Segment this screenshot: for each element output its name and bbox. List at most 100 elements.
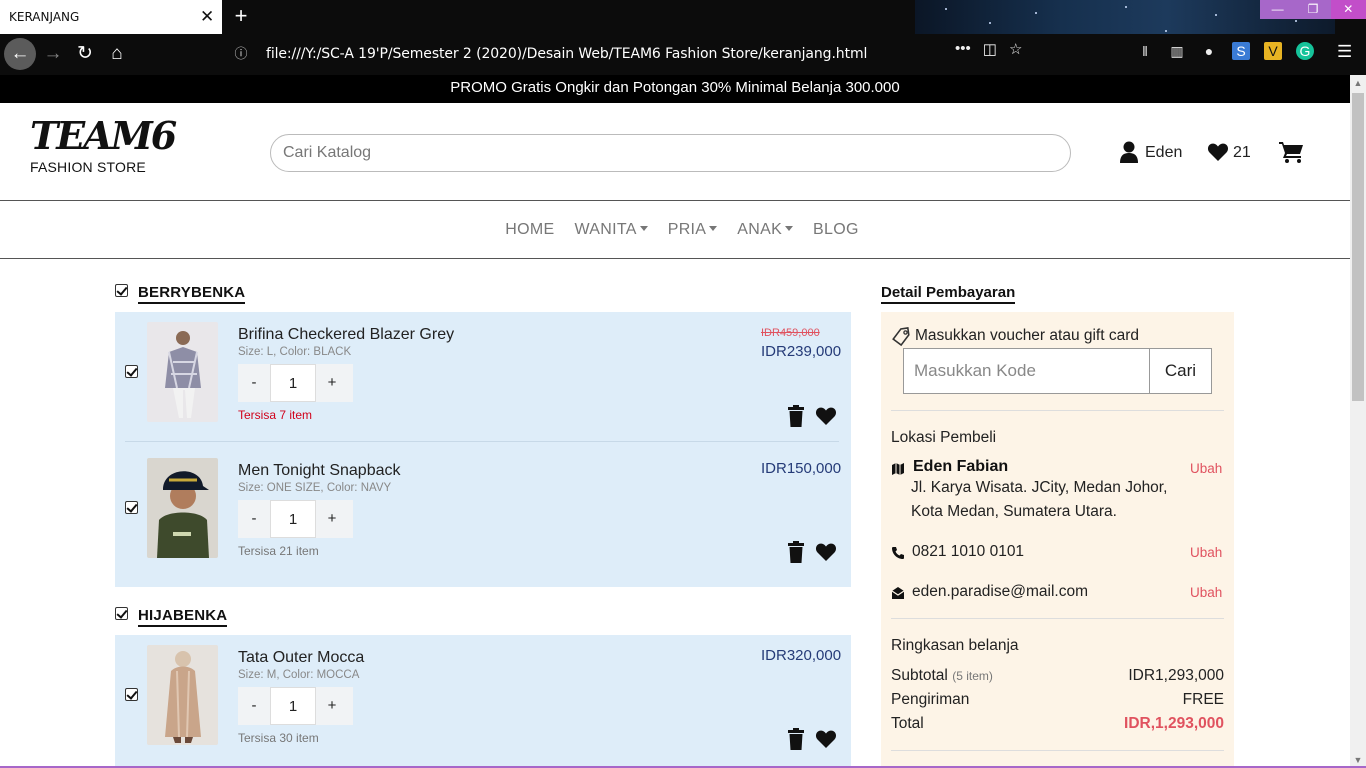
product-image-snapback[interactable] [147, 458, 218, 558]
product-name[interactable]: Men Tonight Snapback [238, 462, 400, 480]
back-arrow-icon[interactable]: ← [4, 38, 36, 70]
cart-icon[interactable] [1279, 141, 1304, 163]
voucher-input[interactable] [903, 348, 1150, 394]
page-scrollbar[interactable]: ▲ ▼ [1350, 75, 1366, 768]
qty-input[interactable] [270, 364, 316, 402]
item-checkbox[interactable] [125, 365, 138, 378]
subtotal-label: Subtotal (5 item) [891, 667, 993, 685]
wishlist-heart-icon[interactable] [1207, 142, 1229, 162]
stock-info: Tersisa 7 item [238, 408, 313, 422]
caret-down-icon [639, 225, 648, 231]
site-header: TEAM6 FASHION STORE Eden 21 [0, 103, 1350, 201]
nav-item-home[interactable]: HOME [505, 221, 554, 239]
url-tools: ••• ◫ ☆ [955, 40, 1022, 58]
extension-v-icon[interactable]: V [1264, 42, 1282, 60]
new-tab-icon[interactable]: + [231, 4, 251, 28]
divider [891, 410, 1224, 411]
user-name[interactable]: Eden [1145, 144, 1182, 162]
home-icon[interactable]: ⌂ [101, 38, 133, 70]
store-checkbox-berrybenka[interactable] [115, 284, 128, 297]
product-image-outer[interactable] [147, 645, 218, 745]
hamburger-menu-icon[interactable]: ☰ [1337, 42, 1352, 62]
edit-phone-link[interactable]: Ubah [1190, 545, 1222, 560]
url-text[interactable]: file:///Y:/SC-A 19'P/Semester 2 (2020)/D… [266, 46, 867, 62]
nav-item-pria[interactable]: PRIA [668, 221, 718, 239]
grammarly-icon[interactable]: G [1296, 42, 1314, 60]
product-image-blazer[interactable] [147, 322, 218, 422]
nav-item-blog[interactable]: BLOG [813, 221, 859, 239]
total-value: IDR,1,293,000 [1124, 715, 1224, 732]
minimize-icon[interactable]: — [1260, 0, 1296, 19]
qty-minus-button[interactable]: - [238, 687, 270, 725]
scroll-up-icon[interactable]: ▲ [1350, 75, 1366, 91]
browser-tab[interactable]: KERANJANG ✕ [0, 0, 222, 34]
pocket-icon[interactable]: ◫ [983, 40, 997, 58]
search-input[interactable] [270, 134, 1071, 172]
close-window-icon[interactable]: ✕ [1330, 0, 1366, 19]
shipping-value: FREE [1182, 691, 1224, 708]
nav-item-wanita[interactable]: WANITA [574, 221, 648, 239]
trash-icon[interactable] [787, 728, 805, 750]
item-checkbox[interactable] [125, 688, 138, 701]
phone-number: 0821 1010 0101 [912, 543, 1025, 560]
forward-arrow-icon[interactable]: → [37, 38, 69, 70]
qty-plus-button[interactable]: + [316, 687, 348, 725]
edit-address-link[interactable]: Ubah [1190, 461, 1222, 476]
store-checkbox-hijabenka[interactable] [115, 607, 128, 620]
subtotal-value: IDR1,293,000 [1128, 667, 1224, 684]
more-actions-icon[interactable]: ••• [955, 40, 971, 58]
info-icon[interactable]: ⓘ [232, 45, 250, 63]
old-price: IDR459,000 [761, 327, 820, 339]
logo-subtitle: FASHION STORE [30, 159, 146, 175]
wishlist-heart-icon[interactable] [815, 729, 837, 749]
logo-title[interactable]: TEAM6 [30, 113, 177, 158]
qty-input[interactable] [270, 500, 316, 538]
store-name[interactable]: HIJABENKA [138, 607, 228, 627]
qty-plus-button[interactable]: + [316, 500, 348, 538]
toolbar-extensions: ‖ ▥ ● S V G [1136, 42, 1314, 60]
summary-label: Ringkasan belanja [891, 637, 1019, 654]
price: IDR239,000 [761, 343, 842, 360]
maximize-icon[interactable]: ❐ [1295, 0, 1331, 19]
store-box-berrybenka [115, 312, 851, 587]
tab-close-icon[interactable]: ✕ [200, 7, 214, 27]
qty-minus-button[interactable]: - [238, 364, 270, 402]
qty-input[interactable] [270, 687, 316, 725]
price: IDR150,000 [761, 460, 842, 477]
total-label: Total [891, 715, 924, 732]
user-icon[interactable] [1119, 141, 1139, 163]
reload-icon[interactable]: ↻ [69, 38, 101, 70]
edit-email-link[interactable]: Ubah [1190, 585, 1222, 600]
subtotal-label-text: Subtotal [891, 667, 948, 684]
divider [891, 750, 1224, 751]
scroll-thumb[interactable] [1352, 93, 1364, 401]
wishlist-heart-icon[interactable] [815, 542, 837, 562]
product-name[interactable]: Brifina Checkered Blazer Grey [238, 326, 454, 344]
item-checkbox[interactable] [125, 501, 138, 514]
product-meta: Size: M, Color: MOCCA [238, 669, 360, 681]
library-icon[interactable]: ‖ [1136, 42, 1154, 60]
location-label: Lokasi Pembeli [891, 429, 997, 446]
promo-banner: PROMO Gratis Ongkir dan Potongan 30% Min… [0, 75, 1350, 103]
wishlist-heart-icon[interactable] [815, 406, 837, 426]
trash-icon[interactable] [787, 541, 805, 563]
quantity-stepper: - + [238, 364, 353, 402]
qty-minus-button[interactable]: - [238, 500, 270, 538]
caret-down-icon [785, 225, 794, 231]
account-icon[interactable]: ● [1200, 42, 1218, 60]
address-bar[interactable]: ⓘ file:///Y:/SC-A 19'P/Semester 2 (2020)… [222, 39, 1042, 69]
bookmark-star-icon[interactable]: ☆ [1009, 40, 1022, 58]
voucher-tag-icon [892, 327, 910, 347]
nav-item-anak[interactable]: ANAK [737, 220, 794, 239]
trash-icon[interactable] [787, 405, 805, 427]
product-name[interactable]: Tata Outer Mocca [238, 649, 364, 667]
store-name[interactable]: BERRYBENKA [138, 284, 246, 304]
address-line-1: Jl. Karya Wisata. JCity, Medan Johor, [911, 479, 1168, 496]
voucher-search-button[interactable]: Cari [1149, 348, 1212, 394]
nav-item-label: ANAK [737, 220, 783, 238]
extension-s-icon[interactable]: S [1232, 42, 1250, 60]
sidebar-icon[interactable]: ▥ [1168, 42, 1186, 60]
qty-plus-button[interactable]: + [316, 364, 348, 402]
map-icon [892, 463, 904, 475]
wishlist-count[interactable]: 21 [1233, 144, 1251, 162]
